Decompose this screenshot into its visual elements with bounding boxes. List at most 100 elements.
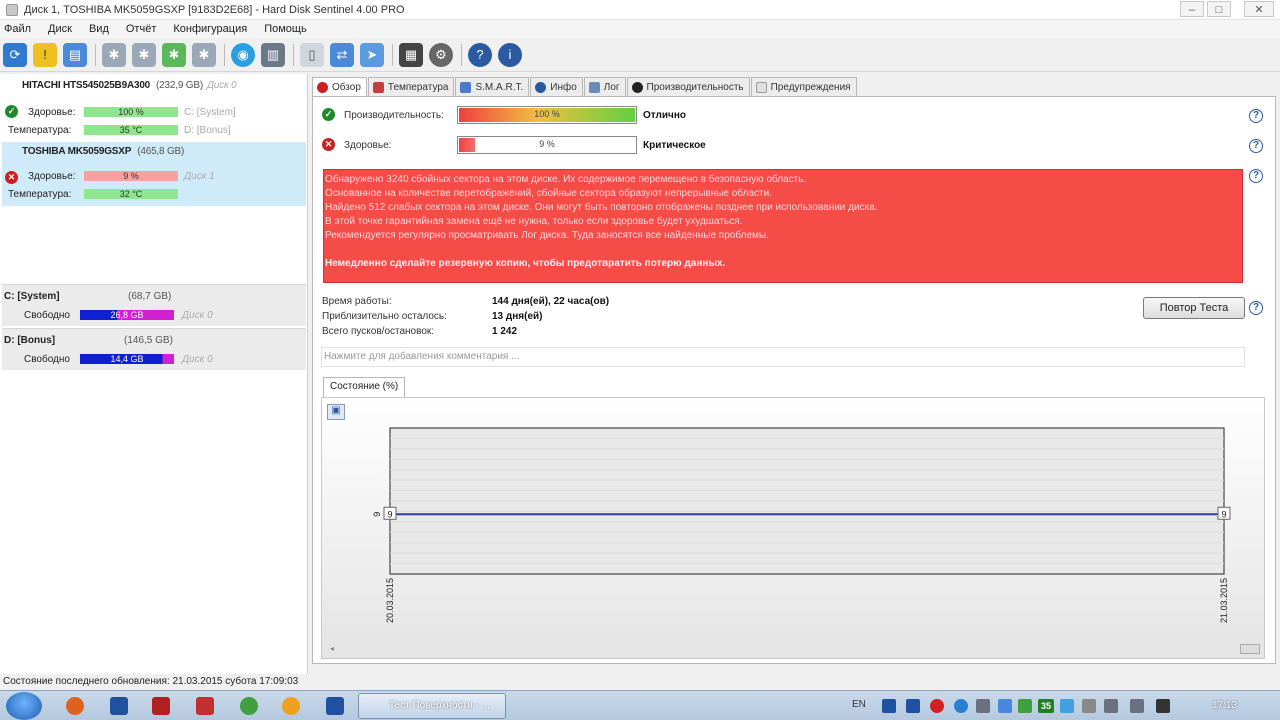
x-tick-label: 20.03.2015 xyxy=(385,578,395,623)
health-volume: Диск 1 xyxy=(184,170,215,182)
report-icon[interactable]: ▤ xyxy=(63,42,87,67)
help-icon[interactable]: ? xyxy=(468,42,492,67)
disk-item[interactable]: HITACHI HTS545025B9A300 (232,9 GB) Диск 0 … xyxy=(2,76,306,142)
help-icon[interactable]: ? xyxy=(1249,301,1263,315)
tray-icon[interactable] xyxy=(930,699,944,713)
tray-icon[interactable] xyxy=(1082,699,1096,713)
comment-field[interactable]: Нажмите для добавления комментария ... xyxy=(321,347,1245,367)
check-icon: ✓ xyxy=(322,108,335,121)
help-icon[interactable]: ? xyxy=(1249,139,1263,153)
tab-smart[interactable]: S.M.A.R.T. xyxy=(455,77,530,96)
retest-button[interactable]: Повтор Теста xyxy=(1143,297,1245,319)
firefox-icon[interactable] xyxy=(66,697,84,715)
tray-icon[interactable] xyxy=(998,699,1012,713)
chrome-icon[interactable] xyxy=(240,697,258,715)
sync-icon[interactable]: ⇄ xyxy=(330,42,354,67)
health-bar: 9 % xyxy=(457,136,637,154)
tray-icon[interactable] xyxy=(1104,699,1118,713)
menu-file[interactable]: Файл xyxy=(4,23,31,35)
gear-icon[interactable]: ⚙ xyxy=(429,42,453,67)
app-icon[interactable] xyxy=(326,697,344,715)
tray-icon[interactable] xyxy=(882,699,896,713)
tab-overview[interactable]: Обзор xyxy=(312,77,367,97)
volume-icon[interactable] xyxy=(1156,699,1170,713)
globe-icon[interactable]: ◉ xyxy=(231,42,255,67)
send-icon[interactable]: ➤ xyxy=(360,42,384,67)
acrobat-icon[interactable] xyxy=(196,697,214,715)
volume-item[interactable]: D: [Bonus] (146,5 GB) Свободно 14,4 GB Д… xyxy=(2,328,306,370)
tab-alerts[interactable]: Предупреждения xyxy=(750,77,857,96)
menu-report[interactable]: Отчёт xyxy=(126,23,156,35)
toolbar-separator xyxy=(392,43,393,66)
title-bar: Диск 1, TOSHIBA MK5059GSXP [9183D2E68] -… xyxy=(0,0,1280,20)
network-icon[interactable]: ▥ xyxy=(261,42,285,67)
document-icon xyxy=(755,81,767,93)
smart-icon xyxy=(460,81,472,93)
language-indicator[interactable]: EN xyxy=(852,699,866,710)
tab-strip: Обзор Температура S.M.A.R.T. Инфо Лог Пр… xyxy=(312,77,858,97)
extended-test-icon[interactable]: ✱ xyxy=(192,42,216,67)
tray-icon[interactable] xyxy=(1060,699,1074,713)
chart-area: ▣ 9 9 9 20.03.2015 21.03.2015 ◂ xyxy=(321,397,1265,659)
tray-icon[interactable] xyxy=(976,699,990,713)
volume-name: D: [Bonus] xyxy=(4,334,56,346)
check-icon: ✓ xyxy=(5,105,18,118)
tray-icon[interactable] xyxy=(954,699,968,713)
tab-status-percent[interactable]: Состояние (%) xyxy=(323,377,406,397)
settings-icon[interactable]: ▦ xyxy=(399,42,423,67)
tab-info[interactable]: Инфо xyxy=(530,77,583,96)
tray-icon[interactable] xyxy=(1130,699,1144,713)
performance-bar: 100 % xyxy=(457,106,637,124)
x-app-icon[interactable] xyxy=(152,697,170,715)
menu-config[interactable]: Конфигурация xyxy=(173,23,247,35)
disk-item-selected[interactable]: TOSHIBA MK5059GSXP (465,8 GB) ✕ Здоровье:… xyxy=(2,142,306,206)
temperature-bar: 35 °C xyxy=(84,125,178,135)
message-line: Обнаружено 3240 сбойных сектора на этом … xyxy=(325,174,807,185)
message-line: Найдено 512 слабых сектора на этом диске… xyxy=(325,202,878,213)
thermometer-icon xyxy=(372,81,384,93)
tray-icon[interactable] xyxy=(906,699,920,713)
tab-log[interactable]: Лог xyxy=(583,77,626,96)
disk-name: HITACHI HTS545025B9A300 xyxy=(22,80,151,91)
taskbar-window-button[interactable]: Тест Поверхности - ... xyxy=(358,693,506,719)
maximize-button[interactable]: □ xyxy=(1207,1,1231,17)
tray-badge[interactable]: 35 xyxy=(1038,699,1054,713)
menu-help[interactable]: Помощь xyxy=(264,23,307,35)
error-icon: ✕ xyxy=(5,171,18,184)
health-chart: 9 9920.03.2015 21.03.2015 xyxy=(372,427,1231,623)
remaining-label: Приблизительно осталось: xyxy=(322,311,447,322)
refresh-icon[interactable]: ⟳ xyxy=(3,42,27,67)
clock[interactable]: 17:13 xyxy=(1212,700,1237,711)
close-button[interactable]: ✕ xyxy=(1244,1,1274,17)
info-icon[interactable]: i xyxy=(498,42,522,67)
tab-temperature[interactable]: Температура xyxy=(367,77,455,96)
tab-performance[interactable]: Производительность xyxy=(626,77,750,96)
save-icon[interactable] xyxy=(110,697,128,715)
minimize-button[interactable]: – xyxy=(1180,1,1204,17)
menu-bar: Файл Диск Вид Отчёт Конфигурация Помощь xyxy=(0,20,1280,38)
surface-test-icon[interactable]: ✱ xyxy=(132,42,156,67)
scroll-left-icon[interactable]: ◂ xyxy=(330,644,340,654)
performance-status: Отлично xyxy=(643,110,686,121)
test-icon[interactable]: ✱ xyxy=(102,42,126,67)
menu-view[interactable]: Вид xyxy=(89,23,109,35)
tray-icon[interactable] xyxy=(1018,699,1032,713)
toolbar-separator xyxy=(461,43,462,66)
alert-icon[interactable]: ! xyxy=(33,42,57,67)
volume-item[interactable]: C: [System] (68,7 GB) Свободно 26,8 GB Д… xyxy=(2,284,306,326)
document-icon[interactable]: ▯ xyxy=(300,42,324,67)
help-icon[interactable]: ? xyxy=(1249,109,1263,123)
help-icon[interactable]: ? xyxy=(1249,169,1263,183)
app-icon[interactable] xyxy=(282,697,300,715)
scrollbar-thumb[interactable] xyxy=(1240,644,1260,654)
temperature-bar: 32 °C xyxy=(84,189,178,199)
startstop-value: 1 242 xyxy=(492,326,518,337)
short-test-icon[interactable]: ✱ xyxy=(162,42,186,67)
volume-size: (146,5 GB) xyxy=(124,334,173,346)
free-space-bar: 26,8 GB xyxy=(80,310,174,320)
start-button[interactable] xyxy=(6,692,42,720)
uptime-value: 144 дня(ей), 22 часа(ов) xyxy=(492,296,610,307)
volume-disk: Диск 0 xyxy=(182,353,213,365)
toolbar-separator xyxy=(95,43,96,66)
menu-disk[interactable]: Диск xyxy=(48,23,72,35)
